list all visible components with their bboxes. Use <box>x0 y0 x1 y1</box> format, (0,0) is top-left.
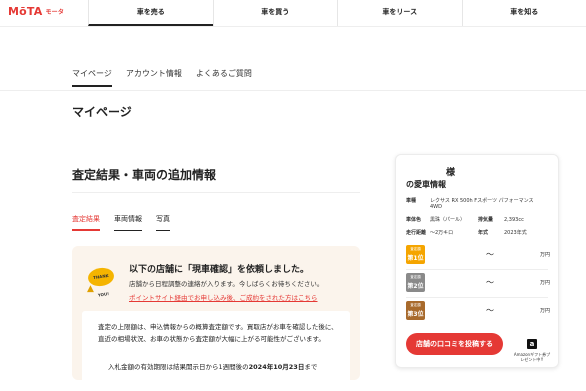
rank-number: 第3位 <box>406 309 425 318</box>
post-review-button[interactable]: 店舗の口コミを投稿する <box>406 333 503 355</box>
car-info-card: 様 の愛車情報 車種レクサス RX 500h Fスポーツ パフォーマンス 4WD… <box>395 154 559 368</box>
expiry-suffix: まで <box>304 363 317 371</box>
spec-displacement: 排気量2,393cc <box>478 216 524 223</box>
spec-label: 排気量 <box>478 216 504 223</box>
logo-text: MōTA <box>8 5 42 18</box>
spec-year: 年式2023年式 <box>478 229 527 236</box>
tab-photos[interactable]: 写真 <box>156 214 170 231</box>
rank-number: 第2位 <box>406 281 425 290</box>
rank-1-unit: 万円 <box>540 251 550 258</box>
subnav-mypage[interactable]: マイページ <box>72 68 112 87</box>
subnav-account-info[interactable]: アカウント情報 <box>126 68 182 87</box>
rank-2-badge: 査定額第2位 <box>406 273 425 292</box>
site-header: MōTAモータ 車を売る 車を買う 車をリース 車を知る <box>0 0 586 27</box>
section-title: 査定結果・車両の追加情報 <box>72 166 216 183</box>
nav-learn-car[interactable]: 車を知る <box>462 0 586 26</box>
expiry-date: 2024年10月23日 <box>249 363 305 371</box>
rank-2-unit: 万円 <box>540 279 550 286</box>
megaphone-icon: ▲ <box>87 284 99 294</box>
rank-3-badge: 査定額第3位 <box>406 301 425 320</box>
nav-lease-car[interactable]: 車をリース <box>337 0 462 26</box>
expiry-note: 入札金額の有効期限は結果開示日から1週間後の2024年10月23日まで <box>108 361 317 373</box>
spec-value: 2023年式 <box>504 229 527 236</box>
spec-value: レクサス RX 500h Fスポーツ パフォーマンス 4WD <box>430 197 542 210</box>
expiry-prefix: 入札金額の有効期限は結果開示日から1週間後の <box>108 363 249 371</box>
amazon-gift-text: Amazonギフト券プレゼント中!! <box>512 352 552 362</box>
nav-buy-car[interactable]: 車を買う <box>213 0 338 26</box>
notice-body: 店舗から日程調整の連絡が入ります。今しばらくお待ちください。 <box>129 278 323 288</box>
point-site-link[interactable]: ポイントサイト経由でお申し込み後、ご成約をされた方はこちら <box>129 292 318 302</box>
rank-1-price-range: 〜 <box>486 249 494 260</box>
spec-model: 車種レクサス RX 500h Fスポーツ パフォーマンス 4WD <box>406 197 548 210</box>
spec-value: 黒珠（パール） <box>430 216 472 223</box>
tab-vehicle-info[interactable]: 車両情報 <box>114 214 142 231</box>
estimate-note: 査定の上限額は、申込情報からの概算査定額です。買取店がお車を確認した後に、直近の… <box>98 321 344 345</box>
spec-label: 車種 <box>406 197 430 204</box>
divider <box>406 297 548 298</box>
global-nav: 車を売る 車を買う 車をリース 車を知る <box>88 0 586 26</box>
logo-sub-text: モータ <box>45 9 64 16</box>
spec-value: 〜2万キロ <box>430 229 472 236</box>
rank-1-badge: 査定額第1位 <box>406 245 425 264</box>
card-title: の愛車情報 <box>406 179 446 190</box>
user-honorific: 様 <box>446 165 455 178</box>
mypage-subnav: マイページ アカウント情報 よくあるご質問 <box>72 68 252 87</box>
spec-mileage: 走行距離〜2万キロ <box>406 229 472 236</box>
nav-sell-car[interactable]: 車を売る <box>88 0 213 26</box>
divider <box>72 192 360 193</box>
mota-logo[interactable]: MōTAモータ <box>8 5 64 18</box>
spec-value: 2,393cc <box>504 217 524 223</box>
spec-label: 車体色 <box>406 216 430 223</box>
rank-2-price-range: 〜 <box>486 277 494 288</box>
tab-assessment-result[interactable]: 査定結果 <box>72 214 100 231</box>
rank-label: 査定額 <box>406 303 425 308</box>
info-box: 査定の上限額は、申込情報からの概算査定額です。買取店がお車を確認した後に、直近の… <box>82 311 350 391</box>
rank-number: 第1位 <box>406 253 425 262</box>
divider <box>0 90 586 91</box>
spec-label: 走行距離 <box>406 229 430 236</box>
divider <box>406 269 548 270</box>
rank-label: 査定額 <box>406 247 425 252</box>
subnav-faq[interactable]: よくあるご質問 <box>196 68 252 87</box>
notice-title: 以下の店舗に「現車確認」を依頼しました。 <box>129 262 309 275</box>
amazon-icon: a <box>527 339 537 349</box>
page-title: マイページ <box>72 103 132 120</box>
rank-label: 査定額 <box>406 275 425 280</box>
spec-label: 年式 <box>478 229 504 236</box>
spec-color: 車体色黒珠（パール） <box>406 216 472 223</box>
amazon-gift-promo[interactable]: a Amazonギフト券プレゼント中!! <box>512 331 552 359</box>
rank-3-price-range: 〜 <box>486 305 494 316</box>
rank-3-unit: 万円 <box>540 307 550 314</box>
inspection-notice: THANK YOU! ▲ 以下の店舗に「現車確認」を依頼しました。 店舗から日程… <box>72 246 360 380</box>
result-tabs: 査定結果 車両情報 写真 <box>72 214 170 231</box>
